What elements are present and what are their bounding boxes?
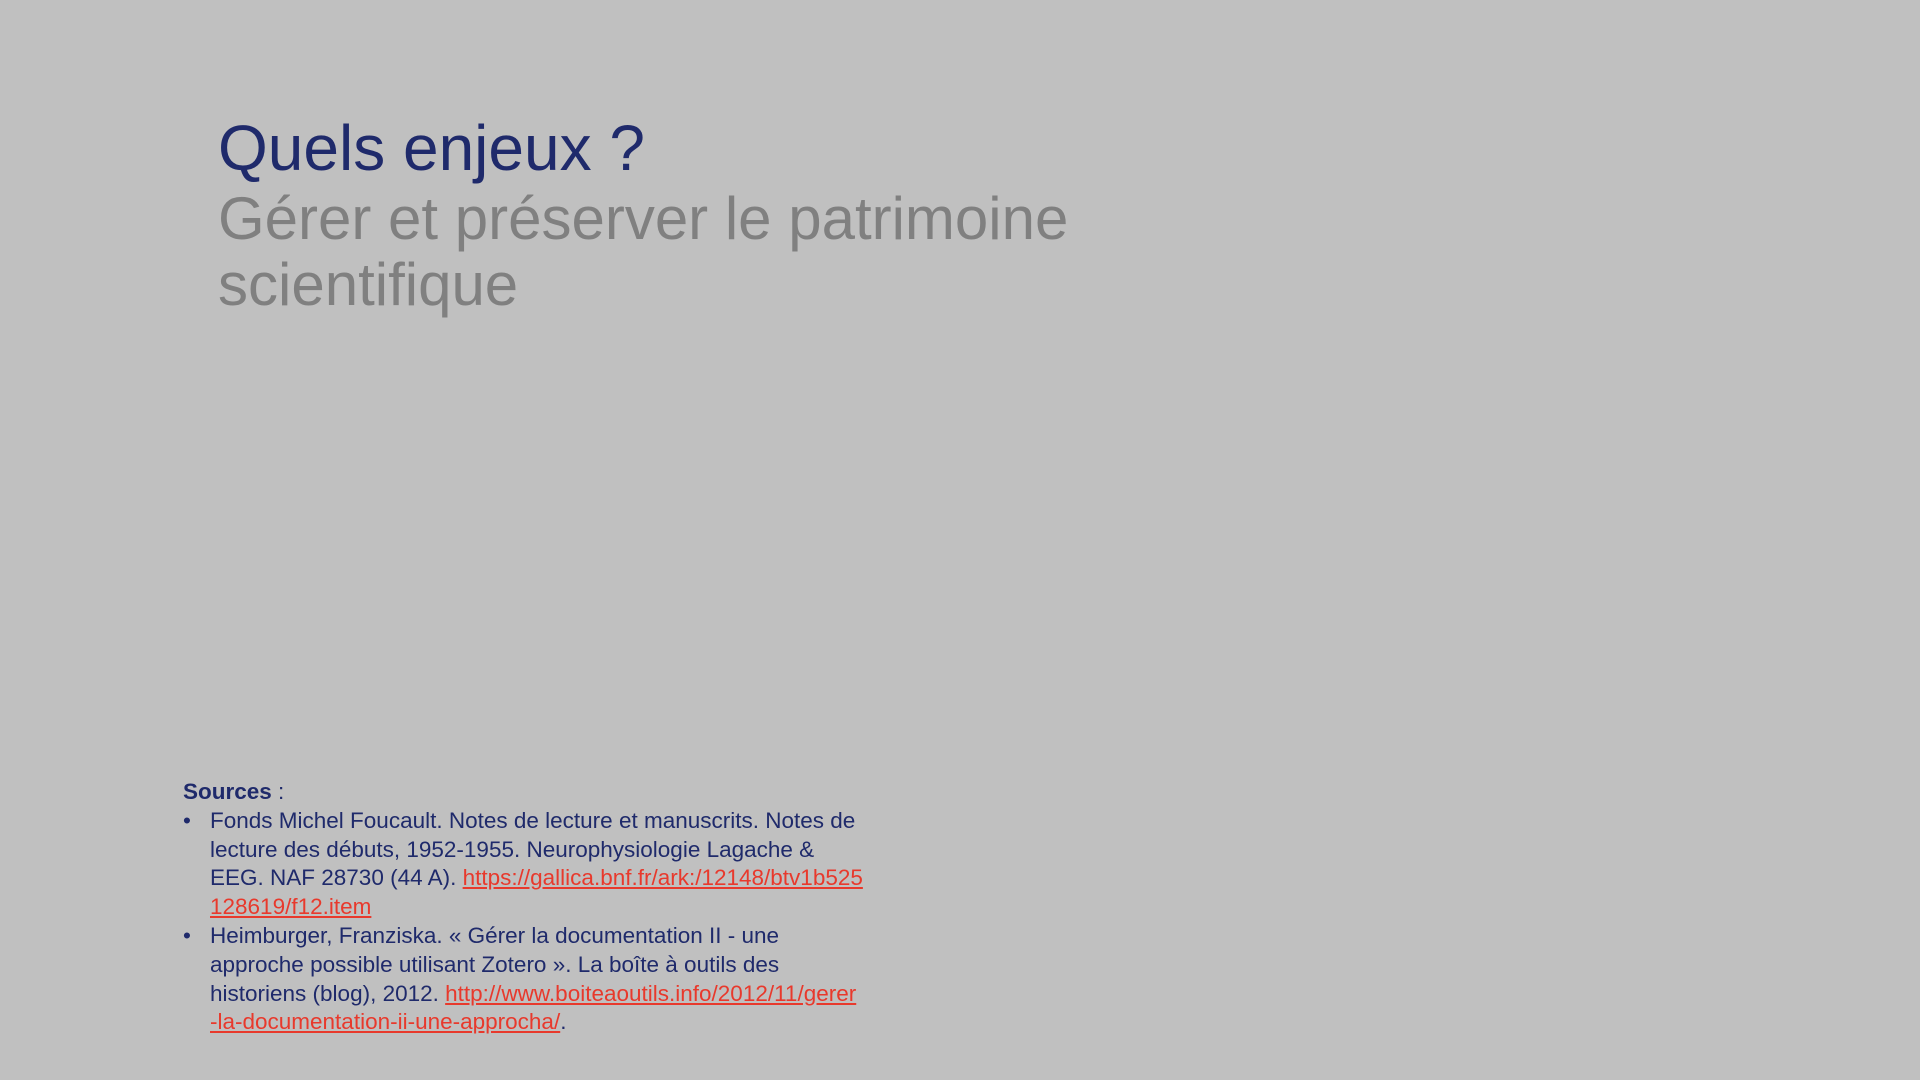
source-item: • Fonds Michel Foucault. Notes de lectur… — [183, 807, 863, 922]
sources-block: Sources : • Fonds Michel Foucault. Notes… — [183, 778, 863, 1037]
slide: Quels enjeux ? Gérer et préserver le pat… — [0, 0, 1920, 1080]
bullet-icon: • — [183, 807, 191, 833]
slide-title: Quels enjeux ? — [218, 112, 645, 184]
title-block: Quels enjeux ? Gérer et préserver le pat… — [218, 110, 1418, 318]
source-item: • Heimburger, Franziska. « Gérer la docu… — [183, 922, 863, 1037]
sources-heading-colon: : — [271, 779, 285, 804]
sources-heading: Sources : — [183, 778, 863, 807]
bullet-icon: • — [183, 922, 191, 948]
sources-list: • Fonds Michel Foucault. Notes de lectur… — [183, 807, 863, 1037]
slide-subtitle: Gérer et préserver le patrimoine scienti… — [218, 185, 1069, 318]
sources-heading-label: Sources — [183, 779, 272, 804]
source-trailing: . — [560, 1009, 567, 1035]
